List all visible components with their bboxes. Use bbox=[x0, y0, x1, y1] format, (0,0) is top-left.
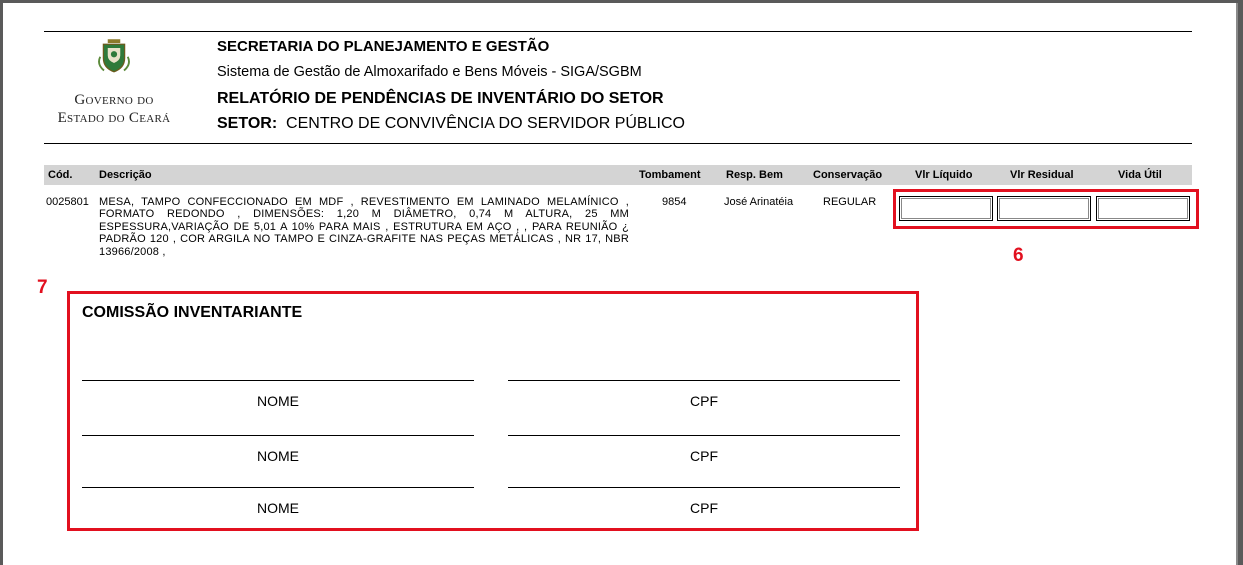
signature-line-name-1 bbox=[82, 380, 474, 381]
row-code: 0025801 bbox=[46, 196, 89, 208]
annotation-label-7: 7 bbox=[37, 277, 48, 298]
header-bottom-rule bbox=[44, 143, 1192, 144]
row-conservacao: REGULAR bbox=[823, 196, 877, 208]
row-description: MESA, TAMPO CONFECCIONADO EM MDF , REVES… bbox=[99, 196, 629, 258]
signature-line-cpf-3 bbox=[508, 487, 900, 488]
org-name: SECRETARIA DO PLANEJAMENTO E GESTÃO bbox=[217, 38, 550, 55]
state-coat-of-arms-logo bbox=[98, 39, 130, 73]
sector-line: SETOR: CENTRO DE CONVIVÊNCIA DO SERVIDOR… bbox=[217, 115, 685, 133]
signature-line-name-3 bbox=[82, 487, 474, 488]
signature-line-cpf-1 bbox=[508, 380, 900, 381]
commission-title: COMISSÃO INVENTARIANTE bbox=[82, 304, 303, 321]
header-top-rule bbox=[44, 31, 1192, 32]
col-tombamento: Tombament bbox=[639, 169, 701, 181]
cpf-label-3: CPF bbox=[690, 500, 718, 516]
col-vlr-liquido: Vlr Líquido bbox=[915, 169, 973, 181]
cpf-label-1: CPF bbox=[690, 393, 718, 409]
col-description: Descrição bbox=[99, 169, 152, 181]
annotation-label-6: 6 bbox=[1013, 245, 1024, 266]
system-name: Sistema de Gestão de Almoxarifado e Bens… bbox=[217, 64, 642, 80]
name-label-1: NOME bbox=[257, 393, 299, 409]
col-code: Cód. bbox=[48, 169, 73, 181]
cpf-label-2: CPF bbox=[690, 448, 718, 464]
signature-line-name-2 bbox=[82, 435, 474, 436]
vlr-residual-field[interactable] bbox=[997, 196, 1091, 221]
col-vlr-residual: Vlr Residual bbox=[1010, 169, 1074, 181]
col-resp-bem: Resp. Bem bbox=[726, 169, 783, 181]
vida-util-field[interactable] bbox=[1096, 196, 1190, 221]
col-conservacao: Conservação bbox=[813, 169, 883, 181]
sector-value: CENTRO DE CONVIVÊNCIA DO SERVIDOR PÚBLIC… bbox=[286, 115, 685, 132]
annotation-box-7 bbox=[67, 291, 919, 531]
vlr-liquido-field[interactable] bbox=[899, 196, 993, 221]
gov-name-line1: Governo do bbox=[74, 92, 154, 108]
gov-name-line2: Estado do Ceará bbox=[57, 110, 171, 126]
report-title: RELATÓRIO DE PENDÊNCIAS DE INVENTÁRIO DO… bbox=[217, 90, 664, 107]
row-tombamento: 9854 bbox=[662, 196, 687, 208]
sector-label: SETOR: bbox=[217, 115, 278, 132]
name-label-2: NOME bbox=[257, 448, 299, 464]
name-label-3: NOME bbox=[257, 500, 299, 516]
row-resp-bem: José Arinatéia bbox=[724, 196, 794, 208]
col-vida-util: Vida Útil bbox=[1118, 169, 1162, 181]
signature-line-cpf-2 bbox=[508, 435, 900, 436]
